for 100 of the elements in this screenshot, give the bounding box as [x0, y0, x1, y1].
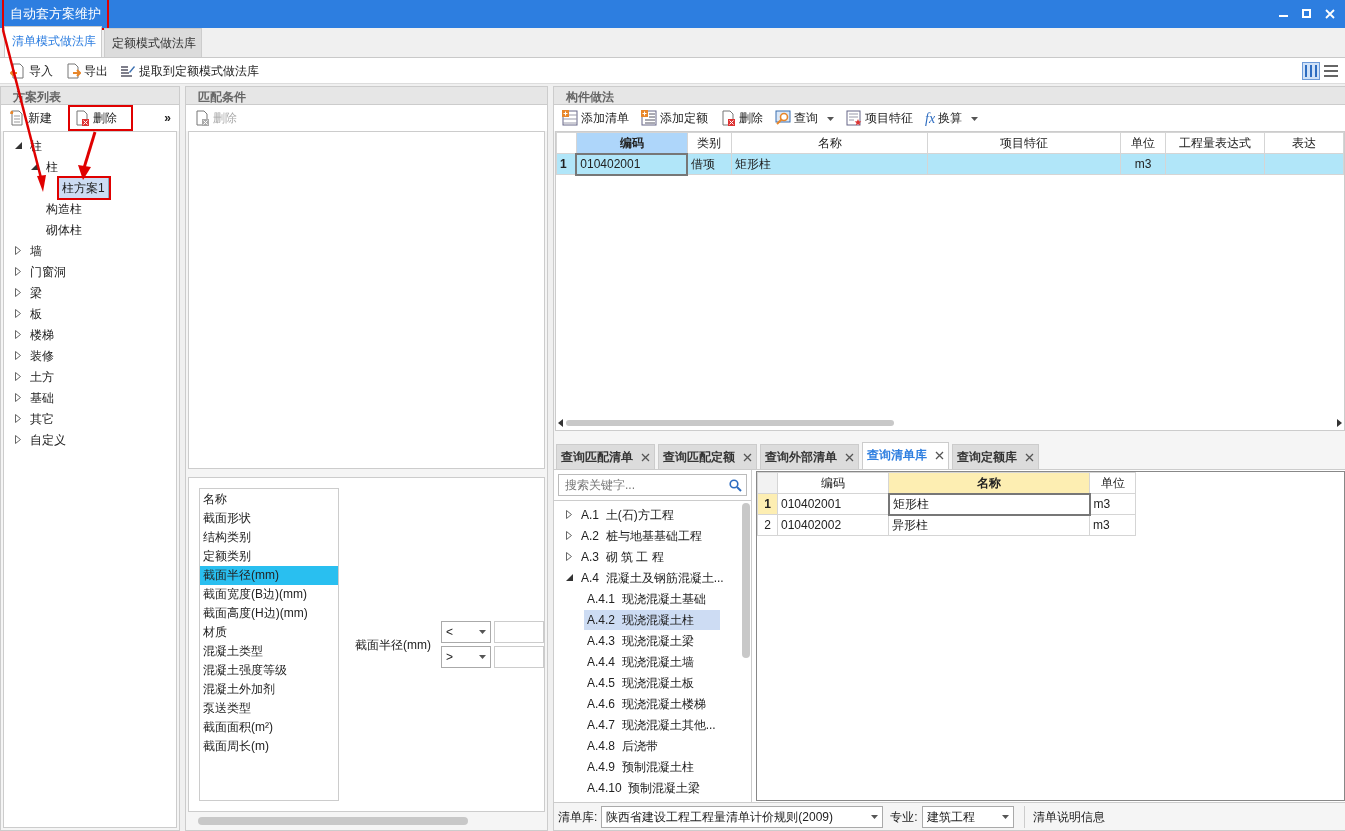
column-header[interactable]: 编码 — [777, 472, 889, 494]
tab[interactable]: 查询外部清单 — [760, 444, 859, 469]
tree-item[interactable]: 柱 — [43, 156, 61, 177]
collapsed-icon[interactable] — [15, 330, 21, 339]
list-item[interactable]: 截面形状 — [200, 509, 338, 528]
tree-item[interactable]: 板 — [27, 303, 45, 324]
close-icon[interactable] — [1025, 452, 1034, 462]
tree-item[interactable]: A.4.10 预制混凝土梁 — [584, 777, 704, 798]
list-item[interactable]: 截面高度(H边)(mm) — [200, 604, 338, 623]
scroll-right-icon[interactable] — [1337, 419, 1342, 427]
column-header[interactable]: 项目特征 — [927, 132, 1121, 154]
collapsed-icon[interactable] — [15, 246, 21, 255]
tree-item[interactable]: 楼梯 — [27, 324, 57, 345]
close-icon[interactable] — [935, 450, 944, 460]
tree-item[interactable]: A.2 桩与地基基础工程 — [578, 525, 705, 546]
tree-item[interactable]: A.4.2 现浇混凝土柱 — [584, 609, 720, 630]
list-item[interactable]: 定额类别 — [200, 547, 338, 566]
tree-item[interactable]: A.4.8 后浇带 — [584, 735, 661, 756]
list-item[interactable]: 截面半径(mm) — [200, 566, 338, 585]
toolbar-button[interactable]: 项目特征 — [842, 107, 917, 129]
list-item[interactable]: 名称 — [200, 490, 338, 509]
tab[interactable]: 查询定额库 — [952, 444, 1039, 469]
toolbar-button[interactable]: 导出 — [61, 59, 112, 82]
list-item[interactable]: 泵送类型 — [200, 699, 338, 718]
search-icon[interactable] — [729, 478, 742, 492]
tree-item[interactable]: 装修 — [27, 345, 57, 366]
tree-item[interactable]: A.4.4 现浇混凝土墙 — [584, 651, 697, 672]
tree-item[interactable]: 柱方案1 — [59, 177, 109, 198]
tree-item[interactable]: A.4.7 现浇混凝土其他... — [584, 714, 719, 735]
column-header[interactable]: 类别 — [687, 132, 732, 154]
column-header[interactable]: 编码 — [576, 132, 688, 154]
tab[interactable]: 查询匹配定额 — [658, 444, 757, 469]
toolbar-button[interactable]: fx 换算 — [921, 105, 983, 131]
toolbar-button[interactable]: 添加清单 — [558, 107, 633, 129]
delete-button[interactable]: 删除 — [70, 107, 131, 129]
collapsed-icon[interactable] — [566, 510, 572, 519]
column-header[interactable]: 单位 — [1089, 472, 1136, 494]
scrollbar[interactable] — [566, 420, 894, 426]
toolbar-button[interactable]: 删除 — [716, 107, 767, 129]
toolbar-button[interactable]: 提取到定额模式做法库 — [116, 59, 263, 82]
library-dropdown[interactable]: 陕西省建设工程工程量清单计价规则(2009) — [601, 805, 884, 828]
tree-item[interactable]: A.4.9 预制混凝土柱 — [584, 756, 697, 777]
collapsed-icon[interactable] — [15, 351, 21, 360]
tree-item[interactable]: A.1 土(石)方工程 — [578, 504, 677, 525]
more-button[interactable]: » — [160, 107, 175, 129]
list-item[interactable]: 混凝土外加剂 — [200, 680, 338, 699]
collapsed-icon[interactable] — [15, 393, 21, 402]
column-header[interactable]: 工程量表达式 — [1165, 132, 1265, 154]
search-field[interactable]: 搜索关键字... — [558, 474, 747, 496]
column-header[interactable]: 名称 — [888, 472, 1090, 494]
tree-item[interactable]: 构造柱 — [43, 198, 85, 219]
tree-item[interactable]: 梁 — [27, 282, 45, 303]
value-field[interactable] — [494, 646, 544, 668]
collapsed-icon[interactable] — [15, 267, 21, 276]
info-button[interactable]: 清单说明信息 — [1023, 805, 1109, 828]
collapsed-icon[interactable] — [15, 309, 21, 318]
list-item[interactable]: 结构类别 — [200, 528, 338, 547]
tab[interactable]: 查询清单库 — [862, 442, 949, 469]
tree-item[interactable]: A.4 混凝土及钢筋混凝土... — [578, 567, 727, 588]
tree-item[interactable]: 自定义 — [27, 429, 69, 450]
expanded-icon[interactable] — [14, 142, 22, 149]
value-field[interactable] — [494, 621, 544, 643]
scrollbar[interactable] — [742, 503, 750, 658]
expanded-icon[interactable] — [565, 574, 573, 581]
list-item[interactable]: 混凝土类型 — [200, 642, 338, 661]
tree-item[interactable]: 土方 — [27, 366, 57, 387]
column-header[interactable]: 单位 — [1120, 132, 1166, 154]
tree-item[interactable]: A.4.1 现浇混凝土基础 — [584, 588, 709, 609]
close-icon[interactable] — [743, 452, 752, 462]
tree-item[interactable]: A.4.6 现浇混凝土楼梯 — [584, 693, 709, 714]
scroll-left-icon[interactable] — [558, 419, 563, 427]
tab[interactable]: 查询匹配清单 — [556, 444, 655, 469]
toolbar-button[interactable]: 添加定额 — [637, 107, 712, 129]
column-header[interactable]: 表达 — [1264, 132, 1344, 154]
list-item[interactable]: 截面周长(m) — [200, 737, 338, 756]
maximize-icon[interactable] — [1302, 9, 1311, 18]
tree-item[interactable]: A.4.5 现浇混凝土板 — [584, 672, 697, 693]
collapsed-icon[interactable] — [566, 531, 572, 540]
list-item[interactable]: 材质 — [200, 623, 338, 642]
operator-dropdown[interactable]: < — [441, 621, 491, 643]
collapsed-icon[interactable] — [15, 435, 21, 444]
list-item[interactable]: 截面宽度(B边)(mm) — [200, 585, 338, 604]
tree-item[interactable]: 砌体柱 — [43, 219, 85, 240]
collapsed-icon[interactable] — [566, 552, 572, 561]
toolbar-button[interactable]: 查询 — [771, 107, 838, 129]
list-item[interactable]: 截面面积(m²) — [200, 718, 338, 737]
tree-item[interactable]: A.4.3 现浇混凝土梁 — [584, 630, 697, 651]
close-icon[interactable] — [641, 452, 650, 462]
scrollbar[interactable] — [198, 817, 468, 825]
tree-item[interactable]: 墙 — [27, 240, 45, 261]
collapsed-icon[interactable] — [15, 288, 21, 297]
tab[interactable]: 定额模式做法库 — [104, 28, 202, 57]
new-button[interactable]: 新建 — [5, 107, 56, 129]
tree-item[interactable]: A.3 砌 筑 工 程 — [578, 546, 667, 567]
tree-item[interactable]: 基础 — [27, 387, 57, 408]
collapsed-icon[interactable] — [15, 414, 21, 423]
column-view-icon[interactable] — [1302, 61, 1320, 80]
tab[interactable]: 清单模式做法库 — [4, 26, 102, 57]
tree-item[interactable]: 门窗洞 — [27, 261, 69, 282]
operator-dropdown[interactable]: > — [441, 646, 491, 668]
